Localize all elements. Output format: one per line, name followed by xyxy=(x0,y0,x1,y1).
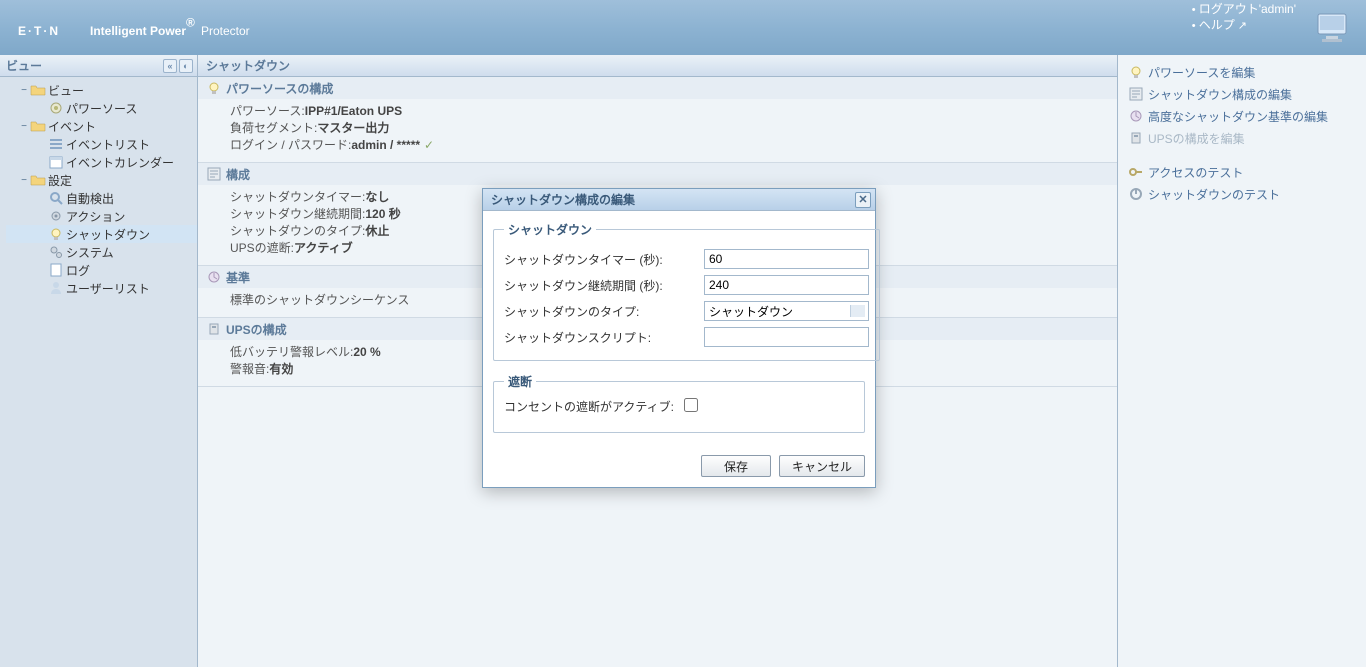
script-label: シャットダウンスクリプト: xyxy=(504,329,704,346)
outlet-label: コンセントの遮断がアクティブ: xyxy=(504,398,684,415)
save-button[interactable]: 保存 xyxy=(701,455,771,477)
close-icon[interactable]: ✕ xyxy=(855,192,871,208)
type-label: シャットダウンのタイプ: xyxy=(504,303,704,320)
outlet-legend: 遮断 xyxy=(504,373,536,390)
dialog-title: シャットダウン構成の編集 xyxy=(491,191,855,208)
dialog-titlebar[interactable]: シャットダウン構成の編集 ✕ xyxy=(483,189,875,211)
duration-input[interactable] xyxy=(704,275,869,295)
cancel-button[interactable]: キャンセル xyxy=(779,455,865,477)
shutdown-legend: シャットダウン xyxy=(504,221,596,238)
timer-label: シャットダウンタイマー (秒): xyxy=(504,251,704,268)
type-select[interactable]: シャットダウン xyxy=(704,301,869,321)
shutdown-fieldset: シャットダウン シャットダウンタイマー (秒): シャットダウン継続期間 (秒)… xyxy=(493,221,880,361)
edit-shutdown-config-dialog: シャットダウン構成の編集 ✕ シャットダウン シャットダウンタイマー (秒): … xyxy=(482,188,876,488)
outlet-fieldset: 遮断 コンセントの遮断がアクティブ: xyxy=(493,373,865,433)
script-input[interactable] xyxy=(704,327,869,347)
outlet-checkbox[interactable] xyxy=(684,398,698,412)
timer-input[interactable] xyxy=(704,249,869,269)
duration-label: シャットダウン継続期間 (秒): xyxy=(504,277,704,294)
